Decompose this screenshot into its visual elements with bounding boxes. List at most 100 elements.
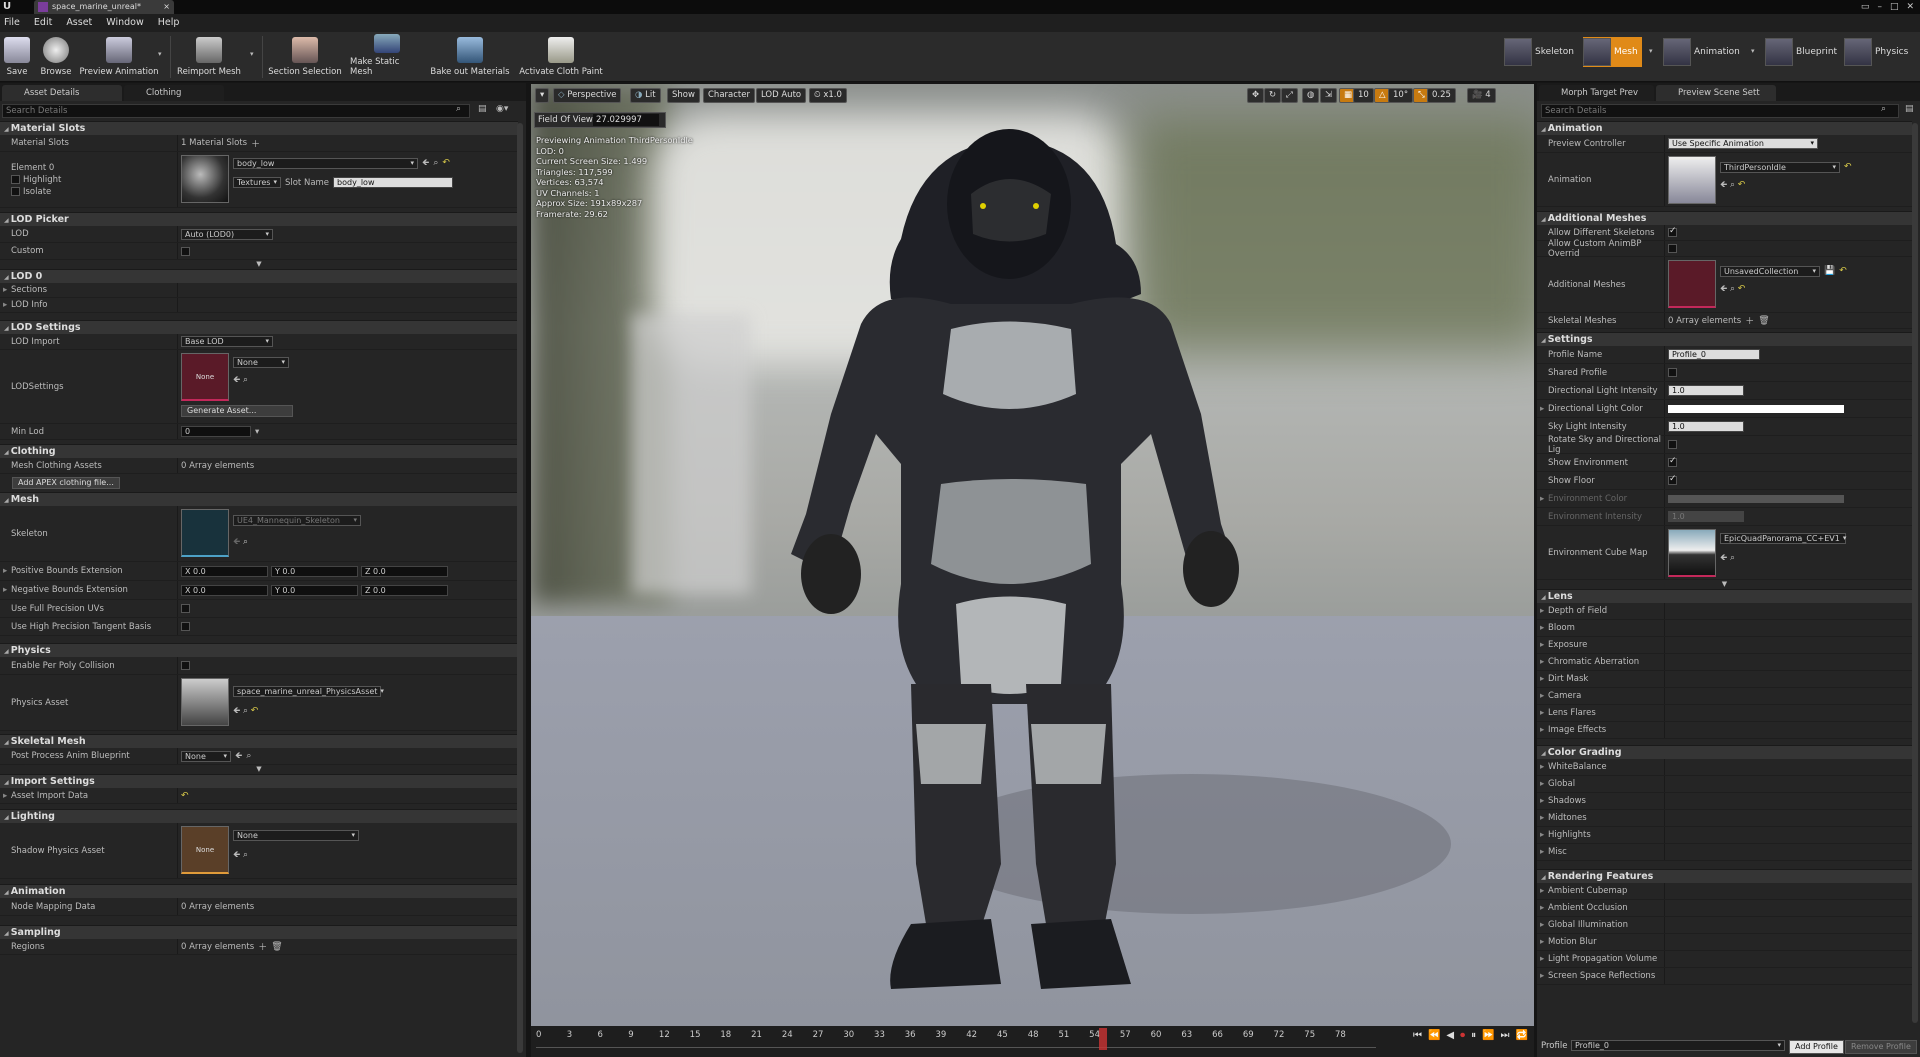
use-selected-icon[interactable]: 🡸 [233,706,240,716]
show-floor-checkbox[interactable] [1668,474,1677,485]
browse-asset-icon[interactable]: ⌕ [243,375,248,385]
cube-map-combo[interactable]: EpicQuadPanorama_CC+EV1 [1720,533,1846,544]
make-static-mesh-button[interactable]: Make Static Mesh [350,34,424,80]
section-lens[interactable]: Lens [1537,589,1912,603]
mode-animation[interactable]: Animation [1663,37,1740,67]
color-grading-item[interactable]: Global [1537,776,1912,793]
view-options-icon[interactable]: ▤ [1905,104,1914,114]
rendering-item[interactable]: Light Propagation Volume [1537,951,1912,968]
lod-import-combo[interactable]: Base LOD [181,336,273,347]
delete-icon[interactable]: 🗑 [271,942,282,952]
section-import-settings[interactable]: Import Settings [0,774,518,788]
fov-input[interactable]: 27.029997 [593,114,659,126]
document-tab[interactable]: space_marine_unreal* × [34,0,174,14]
color-grading-item[interactable]: WhiteBalance [1537,759,1912,776]
sky-intensity-input[interactable]: 1.0 [1668,421,1744,432]
viewport-options-dropdown[interactable]: ▾ [535,88,549,103]
playback-speed-button[interactable]: ⏲ x1.0 [809,88,847,103]
add-region-icon[interactable]: ＋ [258,940,267,953]
neg-bounds-z[interactable]: Z 0.0 [361,584,448,596]
full-precision-checkbox[interactable] [181,604,190,613]
menu-asset[interactable]: Asset [66,14,92,32]
mode-blueprint[interactable]: Blueprint [1765,37,1837,67]
show-button[interactable]: Show [667,88,700,103]
play-reverse-icon[interactable]: ◀ [1446,1030,1454,1041]
animation-timeline[interactable]: 0 3 6 9 12 15 18 21 24 27 30 33 36 39 42 45 48 51 54 57 60 63… [531,1026,1534,1057]
expander-arrow-icon[interactable]: ▼ [0,765,518,774]
color-grading-item[interactable]: Midtones [1537,810,1912,827]
color-grading-item[interactable]: Misc [1537,844,1912,861]
directional-color-swatch[interactable] [1668,404,1844,413]
browse-asset-icon[interactable]: ⌕ [243,537,248,547]
details-search-input[interactable]: Search Details [2,104,470,118]
tab-asset-details[interactable]: Asset Details [2,85,122,101]
lod-auto-button[interactable]: LOD Auto [756,88,807,103]
material-combo[interactable]: body_low [233,157,418,169]
menu-edit[interactable]: Edit [34,14,52,32]
browse-asset-icon[interactable]: ⌕ [433,158,438,168]
remove-profile-button[interactable]: Remove Profile [1845,1040,1917,1054]
angle-size-value[interactable]: 10° [1388,88,1414,103]
step-forward-icon[interactable]: ⏩ [1482,1030,1494,1041]
section-skeletal-mesh[interactable]: Skeletal Mesh [0,734,518,748]
lens-item[interactable]: Camera [1537,688,1912,705]
add-profile-button[interactable]: Add Profile [1789,1040,1844,1054]
rendering-item[interactable]: Ambient Cubemap [1537,883,1912,900]
preview-animation-dropdown-icon[interactable]: ▾ [158,50,162,58]
section-rendering-features[interactable]: Rendering Features [1537,869,1912,883]
section-additional-meshes[interactable]: Additional Meshes [1537,211,1912,225]
left-scrollbar[interactable] [517,123,523,1053]
rendering-item[interactable]: Screen Space Reflections [1537,968,1912,985]
space-marine-character[interactable] [531,84,1534,1057]
lens-item[interactable]: Image Effects [1537,722,1912,739]
use-selected-icon[interactable]: 🡸 [1720,553,1727,563]
min-lod-input[interactable]: 0 [181,426,251,437]
rotate-sky-checkbox[interactable] [1668,440,1677,449]
browse-asset-icon[interactable]: ⌕ [243,850,248,860]
view-options-icon[interactable]: ▤ [478,104,487,114]
maximize-icon[interactable]: □ [1890,0,1899,14]
lodsettings-combo[interactable]: None [233,357,289,368]
use-selected-icon[interactable]: 🡸 [233,375,240,385]
scale-size-value[interactable]: 0.25 [1427,88,1456,103]
step-back-icon[interactable]: ⏪ [1428,1030,1440,1041]
world-local-icon[interactable]: ◍ [1302,88,1320,103]
lens-item[interactable]: Bloom [1537,620,1912,637]
preview-controller-combo[interactable]: Use Specific Animation [1668,138,1818,149]
neg-bounds-x[interactable]: X 0.0 [181,584,268,596]
physics-asset-combo[interactable]: space_marine_unreal_PhysicsAsset [233,686,381,697]
skip-to-start-icon[interactable]: ⏮ [1413,1030,1422,1041]
directional-intensity-input[interactable]: 1.0 [1668,385,1744,396]
cube-map-thumbnail[interactable] [1668,529,1716,577]
shadow-physics-thumbnail[interactable]: None [181,826,229,874]
translate-tool-icon[interactable]: ✥ [1247,88,1265,103]
use-selected-icon[interactable]: 🡸 [422,155,429,171]
use-selected-icon[interactable]: 🡸 [1720,180,1727,190]
camera-speed-value[interactable]: 🎥 4 [1467,88,1496,103]
highlight-checkbox[interactable] [11,175,20,184]
timeline-playhead[interactable] [1099,1028,1108,1050]
isolate-checkbox[interactable] [11,187,20,196]
restore-icon[interactable]: ▭ [1861,0,1870,14]
section-lod-settings[interactable]: LOD Settings [0,320,518,334]
per-poly-checkbox[interactable] [181,661,190,670]
use-selected-icon[interactable]: 🡸 [1720,284,1727,294]
tab-clothing[interactable]: Clothing [124,85,224,101]
add-material-slot-icon[interactable]: ＋ [251,137,260,150]
animation-combo[interactable]: ThirdPersonIdle [1720,162,1840,173]
generate-asset-button[interactable]: Generate Asset... [181,405,293,417]
reset-icon[interactable]: ↶ [1844,162,1852,173]
custom-checkbox[interactable] [181,246,190,256]
section-color-grading[interactable]: Color Grading [1537,745,1912,759]
eye-icon[interactable]: ◉▾ [496,104,508,114]
lens-item[interactable]: Lens Flares [1537,705,1912,722]
delete-icon[interactable]: 🗑 [1758,316,1769,326]
browse-asset-icon[interactable]: ⌕ [1730,180,1735,190]
reset-icon[interactable]: ↶ [181,791,189,801]
section-preview-animation[interactable]: Animation [1537,121,1912,135]
allow-custom-animbp-checkbox[interactable] [1668,244,1677,253]
pause-icon[interactable]: ⏸ [1471,1030,1476,1041]
lens-item[interactable]: Exposure [1537,637,1912,654]
scale-tool-icon[interactable]: ⤢ [1281,88,1298,103]
timeline-ruler[interactable]: 0 3 6 9 12 15 18 21 24 27 30 33 36 39 42 45 48 51 54 57 60 63… [536,1028,1376,1048]
